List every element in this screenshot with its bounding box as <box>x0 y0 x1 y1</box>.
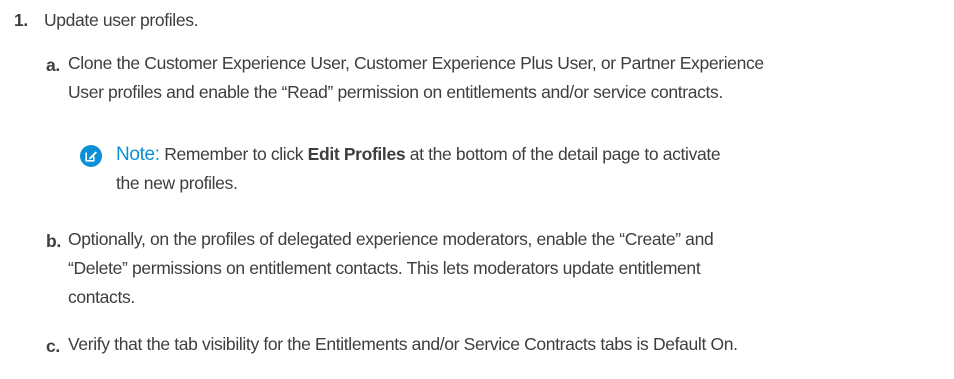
note-text: Note: Remember to click Edit Profiles at… <box>116 140 946 198</box>
substep-text: Optionally, on the profiles of delegated… <box>68 225 951 312</box>
note-bold-text: Edit Profiles <box>307 144 406 164</box>
substep-line: Optionally, on the profiles of delegated… <box>68 229 714 249</box>
note-text-before: Remember to click <box>164 144 304 164</box>
substep-line: Clone the Customer Experience User, Cust… <box>68 53 764 73</box>
step-heading: 1. Update user profiles. <box>14 10 198 31</box>
note-line-2: the new profiles. <box>116 173 238 193</box>
substep-line: contacts. <box>68 287 135 307</box>
substep-text: Clone the Customer Experience User, Cust… <box>68 49 951 107</box>
step-title: Update user profiles. <box>44 10 199 30</box>
note-label: Note: <box>116 144 160 165</box>
note-line-1: Note: Remember to click Edit Profiles at… <box>116 140 946 169</box>
note-text-after: at the bottom of the detail page to acti… <box>409 144 721 164</box>
substep-letter: c. <box>46 336 60 356</box>
edit-note-icon <box>80 145 102 167</box>
substep-text: Verify that the tab visibility for the E… <box>68 330 951 359</box>
substep-letter: b. <box>46 231 61 251</box>
step-number: 1. <box>14 10 28 30</box>
substep-line: “Delete” permissions on entitlement cont… <box>68 258 701 278</box>
substep-line: Verify that the tab visibility for the E… <box>68 334 738 354</box>
substep-line: User profiles and enable the “Read” perm… <box>68 82 723 102</box>
substep-letter: a. <box>46 55 60 75</box>
